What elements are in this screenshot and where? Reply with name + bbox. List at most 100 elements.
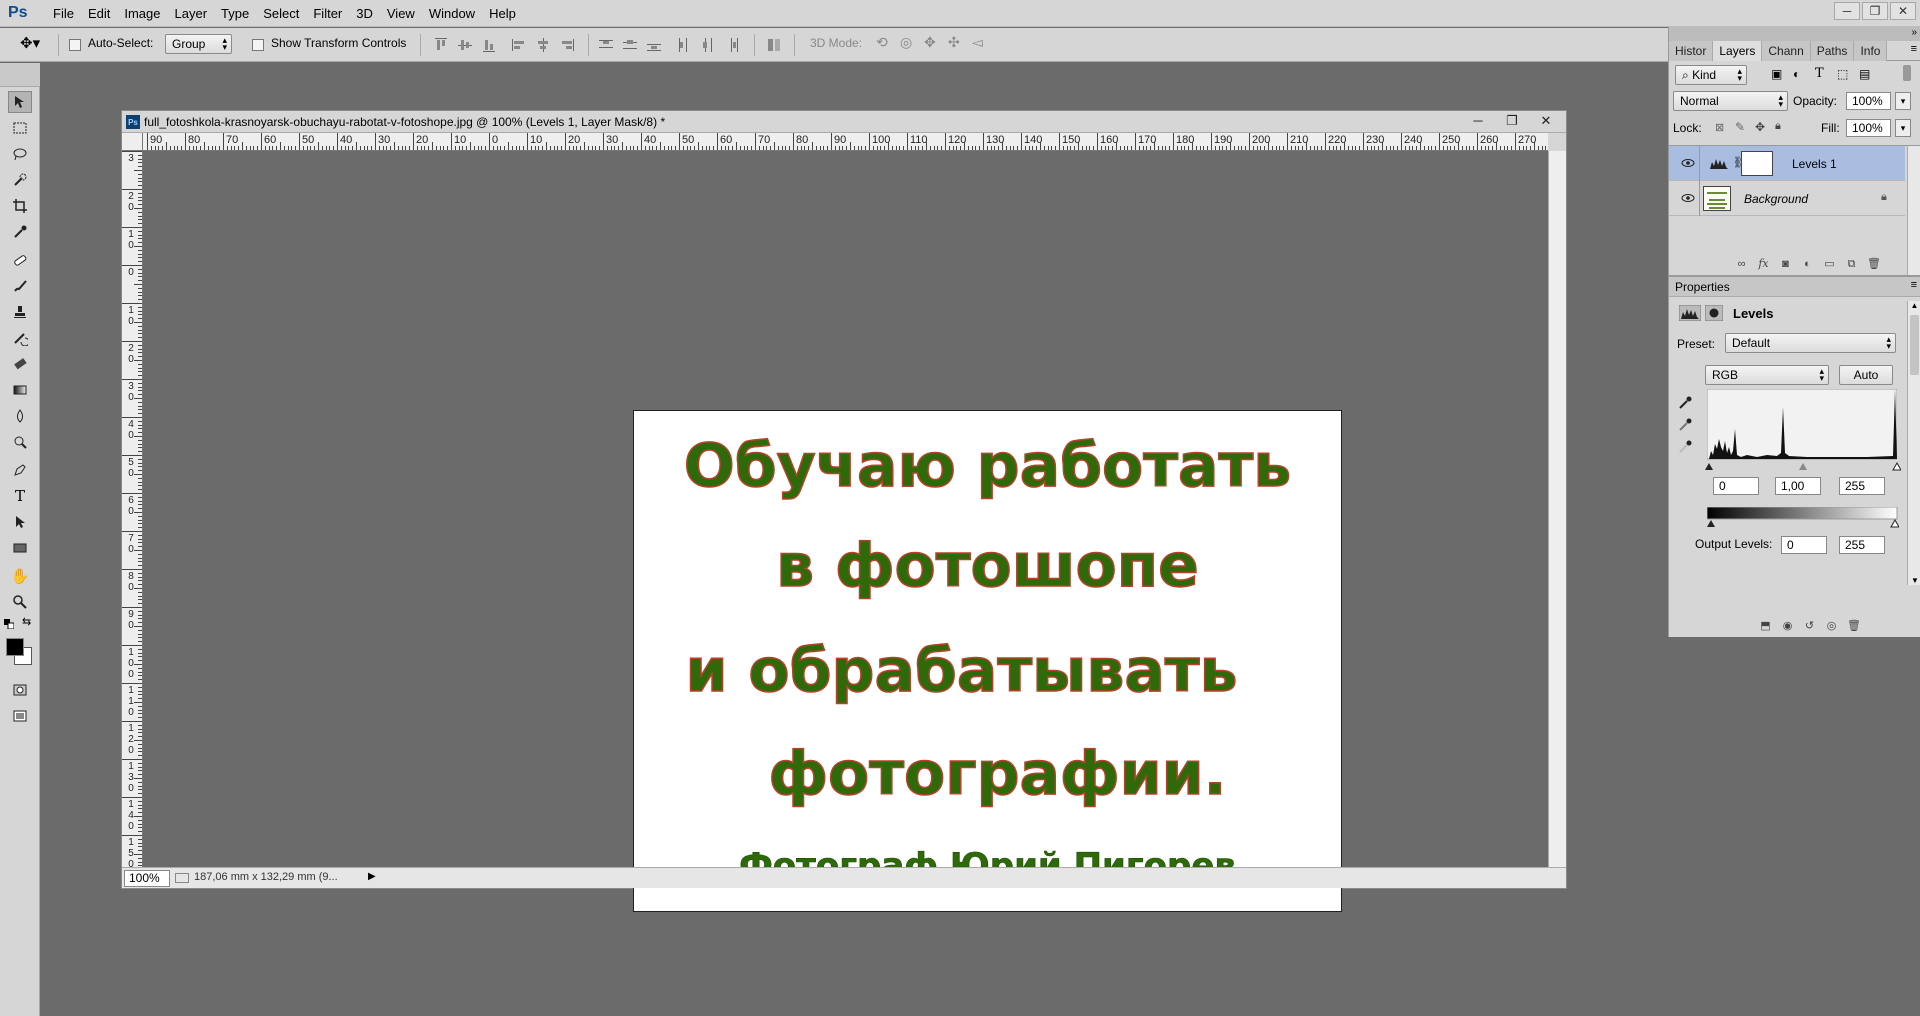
filter-pixel-icon[interactable]: ▣ <box>1771 67 1782 81</box>
tab-paths[interactable]: Paths <box>1810 41 1855 61</box>
filter-smart-object-icon[interactable]: ▤ <box>1859 67 1870 81</box>
3d-slide-icon[interactable]: ✣ <box>948 34 960 51</box>
healing-brush-tool[interactable] <box>8 249 32 271</box>
quick-mask-tool[interactable] <box>8 679 32 701</box>
properties-title[interactable]: Properties <box>1675 280 1730 294</box>
lock-all-icon[interactable]: 🔒︎ <box>1775 120 1781 133</box>
preset-dropdown[interactable]: Default ▴ ▾ <box>1725 333 1896 353</box>
layer-style-fx-icon[interactable]: fx <box>1757 258 1770 270</box>
input-gamma-field[interactable]: 1,00 <box>1775 477 1821 495</box>
opacity-input[interactable]: 100% <box>1846 92 1891 110</box>
add-mask-icon[interactable]: ◙ <box>1779 258 1792 270</box>
menu-help[interactable]: Help <box>482 6 523 21</box>
filter-shape-icon[interactable]: ⬚ <box>1837 67 1848 81</box>
move-tool[interactable] <box>8 91 32 113</box>
input-black-field[interactable]: 0 <box>1713 477 1759 495</box>
tab-channels[interactable]: Chann <box>1762 41 1811 61</box>
align-vcenter-icon[interactable] <box>457 37 473 53</box>
restore-button[interactable]: ❐ <box>1862 2 1888 20</box>
gradient-tool[interactable] <box>8 379 32 401</box>
vertical-scrollbar[interactable] <box>1548 151 1566 867</box>
3d-pan-icon[interactable]: ✥ <box>924 34 936 51</box>
toggle-visibility-icon[interactable]: ◎ <box>1825 620 1838 632</box>
close-button[interactable]: ✕ <box>1890 2 1916 20</box>
menu-filter[interactable]: Filter <box>306 6 349 21</box>
new-layer-icon[interactable]: ⧉ <box>1845 258 1858 270</box>
auto-button[interactable]: Auto <box>1839 365 1893 385</box>
distribute-vcenter-icon[interactable] <box>622 37 638 53</box>
delete-adjustment-icon[interactable]: 🗑︎ <box>1847 620 1861 632</box>
3d-scale-icon[interactable]: ◅ <box>972 34 983 51</box>
zoom-tool[interactable] <box>8 591 32 613</box>
filter-toggle-switch[interactable] <box>1903 65 1911 81</box>
background-layer-thumbnail[interactable] <box>1703 186 1731 211</box>
distribute-top-icon[interactable] <box>598 37 614 53</box>
fill-input[interactable]: 100% <box>1846 119 1891 137</box>
hand-tool[interactable]: ✋ <box>8 565 32 587</box>
collapse-panels-icon[interactable]: » <box>1911 27 1917 38</box>
mask-properties-icon[interactable] <box>1705 305 1723 321</box>
fill-slider-button[interactable]: ▾ <box>1895 119 1911 137</box>
align-right-icon[interactable] <box>559 37 575 53</box>
layers-scrollbar[interactable] <box>1907 146 1920 282</box>
new-adjustment-layer-icon[interactable]: ◐ <box>1801 258 1814 270</box>
delete-layer-icon[interactable]: 🗑︎ <box>1867 258 1881 270</box>
distribute-hcenter-icon[interactable] <box>700 37 716 53</box>
output-white-field[interactable]: 255 <box>1839 536 1885 554</box>
tab-info[interactable]: Info <box>1854 41 1888 61</box>
menu-image[interactable]: Image <box>117 6 167 21</box>
path-selection-tool[interactable] <box>8 511 32 533</box>
tab-history[interactable]: Histor <box>1669 41 1714 61</box>
document-image[interactable]: Обучаю работать в фотошопе и обрабатыват… <box>633 410 1342 912</box>
input-white-field[interactable]: 255 <box>1839 477 1885 495</box>
document-titlebar[interactable]: Ps full_fotoshkola-krasnoyarsk-obuchayu-… <box>122 111 1566 133</box>
menu-file[interactable]: File <box>46 6 81 21</box>
lock-transparent-icon[interactable]: ⊠ <box>1715 121 1724 134</box>
black-point-eyedropper-icon[interactable] <box>1677 395 1693 411</box>
brush-tool[interactable] <box>8 275 32 297</box>
layer-row-background[interactable]: Background 🔒︎ <box>1669 181 1905 216</box>
distribute-right-icon[interactable] <box>724 37 740 53</box>
marquee-tool[interactable] <box>8 117 32 139</box>
clone-stamp-tool[interactable] <box>8 301 32 323</box>
lasso-tool[interactable] <box>8 143 32 165</box>
align-top-icon[interactable] <box>433 37 449 53</box>
layer-mask-thumbnail[interactable] <box>1741 151 1773 176</box>
ruler-origin[interactable] <box>122 133 143 151</box>
zoom-level-field[interactable]: 100% <box>124 870 170 887</box>
foreground-color-top[interactable] <box>6 638 24 656</box>
visibility-eye-icon[interactable] <box>1681 193 1695 203</box>
menu-window[interactable]: Window <box>422 6 482 21</box>
menu-layer[interactable]: Layer <box>168 6 215 21</box>
visibility-eye-icon[interactable] <box>1681 158 1695 168</box>
output-levels-gradient[interactable] <box>1707 507 1899 529</box>
minimize-button[interactable]: ─ <box>1834 2 1860 20</box>
screen-mode-tool[interactable] <box>8 705 32 727</box>
status-menu-arrow-icon[interactable]: ▶ <box>368 871 376 882</box>
distribute-bottom-icon[interactable] <box>646 37 662 53</box>
align-bottom-icon[interactable] <box>481 37 497 53</box>
rectangle-tool[interactable] <box>8 537 32 559</box>
auto-select-dropdown[interactable]: Group ▴ ▾ <box>165 34 232 54</box>
tab-layers[interactable]: Layers <box>1713 41 1763 61</box>
scroll-down-icon[interactable]: ▼ <box>1908 576 1920 585</box>
doc-minimize-button[interactable]: ─ <box>1466 113 1490 131</box>
input-level-sliders[interactable] <box>1701 461 1901 471</box>
align-hcenter-icon[interactable] <box>535 37 551 53</box>
clip-to-layer-icon[interactable]: ⬒ <box>1759 620 1772 632</box>
auto-select-checkbox[interactable] <box>69 39 81 51</box>
properties-scrollbar[interactable]: ▲ ▼ <box>1907 301 1920 585</box>
crop-tool[interactable] <box>8 195 32 217</box>
eraser-tool[interactable] <box>8 353 32 375</box>
doc-close-button[interactable]: ✕ <box>1534 113 1558 131</box>
menu-type[interactable]: Type <box>214 6 256 21</box>
quick-select-tool[interactable] <box>8 169 32 191</box>
filter-type-icon[interactable]: T <box>1815 66 1824 81</box>
eyedropper-tool[interactable] <box>8 221 32 243</box>
default-colors-icon[interactable] <box>4 617 15 630</box>
opacity-slider-button[interactable]: ▾ <box>1895 92 1911 110</box>
move-tool-preset-icon[interactable]: ✥▾ <box>20 34 40 52</box>
show-transform-checkbox[interactable] <box>252 39 264 51</box>
dodge-tool[interactable] <box>8 431 32 453</box>
blur-tool[interactable] <box>8 405 32 427</box>
